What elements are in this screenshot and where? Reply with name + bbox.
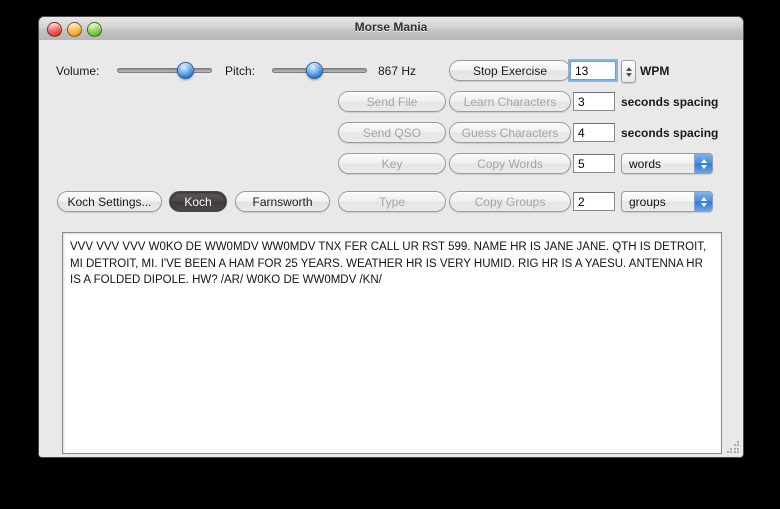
wpm-input[interactable]: 13 bbox=[570, 61, 616, 80]
row-3-value-input[interactable]: 2 bbox=[573, 192, 615, 211]
wpm-input-value: 13 bbox=[575, 63, 589, 78]
resize-grip[interactable] bbox=[727, 441, 741, 455]
select-arrows-icon[interactable] bbox=[694, 154, 712, 173]
row-1-value-input[interactable]: 4 bbox=[573, 123, 615, 142]
select-arrows-icon[interactable] bbox=[694, 192, 712, 211]
pitch-slider-knob[interactable] bbox=[306, 62, 323, 79]
wpm-stepper[interactable] bbox=[621, 60, 636, 83]
row-0-value: 3 bbox=[578, 94, 585, 109]
mode-button-koch[interactable]: Koch bbox=[169, 191, 227, 212]
row-1-value: 4 bbox=[578, 125, 585, 140]
pitch-label: Pitch: bbox=[225, 64, 256, 78]
row-2-right-button[interactable]: Copy Words bbox=[449, 153, 571, 174]
row-2-unit-select[interactable]: words bbox=[621, 153, 713, 174]
stop-exercise-button[interactable]: Stop Exercise bbox=[449, 60, 571, 81]
frequency-readout: 867 Hz bbox=[378, 64, 417, 78]
wpm-label: WPM bbox=[640, 64, 670, 78]
stepper-up-icon[interactable] bbox=[625, 66, 632, 71]
window-title: Morse Mania bbox=[354, 20, 428, 34]
row-0-right-button[interactable]: Learn Characters bbox=[449, 91, 571, 112]
row-0-left-button[interactable]: Send File bbox=[338, 91, 446, 112]
row-2-left-button[interactable]: Key bbox=[338, 153, 446, 174]
application-window: Morse Mania Volume: Pitch: 867 Hz Stop E… bbox=[38, 16, 744, 458]
exercise-row: Key Copy Words 5 words bbox=[39, 153, 743, 175]
transcript-textarea[interactable]: VVV VVV VVV W0KO DE WW0MDV WW0MDV TNX FE… bbox=[62, 232, 722, 454]
row-3-unit-select-value: groups bbox=[629, 194, 666, 209]
pitch-slider[interactable] bbox=[272, 60, 367, 80]
row-2-value-input[interactable]: 5 bbox=[573, 154, 615, 173]
row-3-value: 2 bbox=[578, 194, 585, 209]
transcript-text: VVV VVV VVV W0KO DE WW0MDV WW0MDV TNX FE… bbox=[70, 241, 707, 286]
row-3-right-button[interactable]: Copy Groups bbox=[449, 191, 571, 212]
window-content: Volume: Pitch: 867 Hz Stop Exercise 13 W… bbox=[39, 40, 743, 457]
window-titlebar[interactable]: Morse Mania bbox=[39, 17, 743, 41]
stepper-down-icon[interactable] bbox=[625, 72, 632, 77]
row-3-left-button[interactable]: Type bbox=[338, 191, 446, 212]
desktop-background: Morse Mania Volume: Pitch: 867 Hz Stop E… bbox=[0, 0, 780, 509]
row-0-value-input[interactable]: 3 bbox=[573, 92, 615, 111]
volume-slider-track bbox=[117, 68, 212, 73]
koch-settings-button[interactable]: Koch Settings... bbox=[57, 191, 162, 212]
exercise-row: Send File Learn Characters 3 seconds spacin… bbox=[39, 91, 743, 113]
row-2-unit-select-value: words bbox=[629, 156, 662, 171]
row-1-right-button[interactable]: Guess Characters bbox=[449, 122, 571, 143]
row-3-unit-select[interactable]: groups bbox=[621, 191, 713, 212]
volume-label: Volume: bbox=[56, 64, 100, 78]
row-0-unit-label: seconds spacing bbox=[621, 95, 719, 109]
row-1-unit-label: seconds spacing bbox=[621, 126, 719, 140]
exercise-row: Send QSO Guess Characters 4 seconds spacing bbox=[39, 122, 743, 144]
row-2-value: 5 bbox=[578, 156, 585, 171]
volume-slider[interactable] bbox=[117, 60, 212, 80]
volume-slider-knob[interactable] bbox=[177, 62, 194, 79]
mode-button-farnsworth[interactable]: Farnsworth bbox=[235, 191, 330, 212]
row-1-left-button[interactable]: Send QSO bbox=[338, 122, 446, 143]
